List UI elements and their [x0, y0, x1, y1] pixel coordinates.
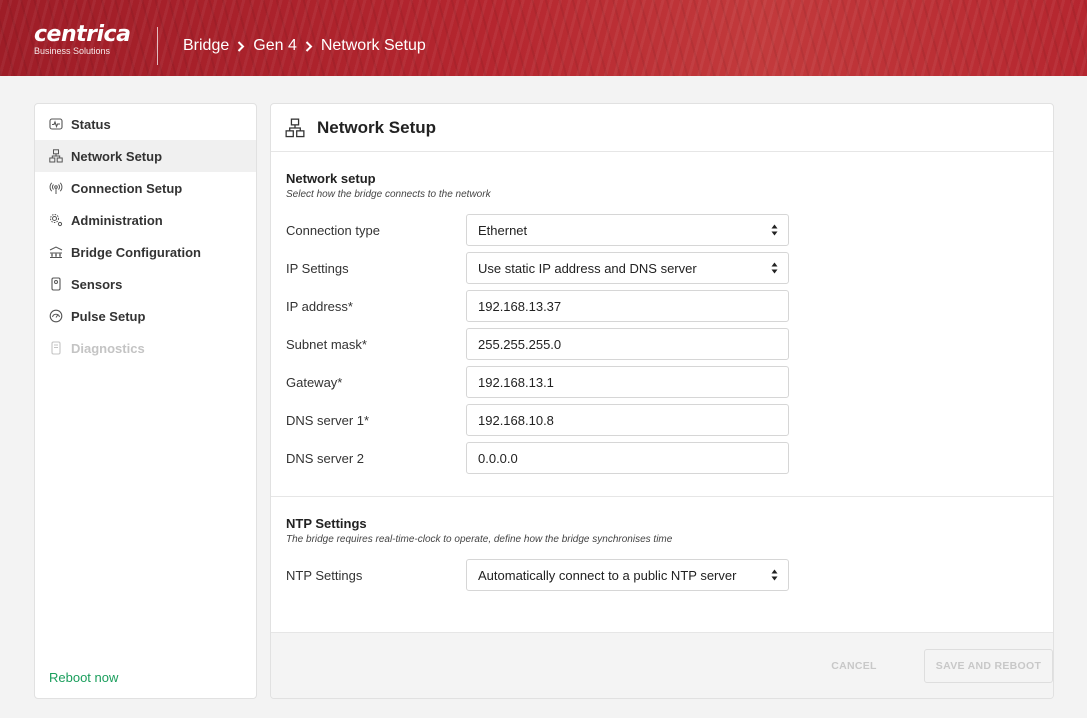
subnet-mask-input[interactable]: 255.255.255.0: [466, 328, 789, 360]
dns-server-2-input[interactable]: 0.0.0.0: [466, 442, 789, 474]
centrica-logo[interactable]: centrica Business Solutions: [34, 22, 131, 57]
cancel-button[interactable]: CANCEL: [809, 651, 899, 681]
ip-settings-select[interactable]: Use static IP address and DNS server: [466, 252, 789, 284]
connection-type-label: Connection type: [286, 222, 380, 238]
form-row-dns-server-2: DNS server 2 0.0.0.0: [286, 442, 1053, 474]
select-arrows-icon: [771, 262, 778, 274]
reboot-now-link[interactable]: Reboot now: [49, 670, 118, 685]
save-and-reboot-button[interactable]: SAVE AND REBOOT: [924, 649, 1053, 683]
dns-server-1-label: DNS server 1*: [286, 412, 370, 428]
logo-name: centrica: [34, 22, 131, 47]
sidebar-item-bridge-configuration[interactable]: Bridge Configuration: [35, 236, 256, 268]
sensor-icon: [49, 277, 63, 291]
ip-address-label: IP address*: [286, 298, 353, 314]
sidebar-nav: Status Network Setup Connection Setup Ad…: [35, 104, 256, 364]
bridge-icon: [49, 245, 63, 259]
subnet-mask-label: Subnet mask*: [286, 336, 367, 352]
breadcrumb-network-setup: Network Setup: [320, 37, 426, 54]
ntp-form: NTP Settings Automatically connect to a …: [286, 559, 1053, 591]
chevron-right-icon: [305, 40, 313, 52]
sidebar-item-sensors[interactable]: Sensors: [35, 268, 256, 300]
network-icon: [49, 149, 63, 163]
gateway-input[interactable]: 192.168.13.1: [466, 366, 789, 398]
input-value: 0.0.0.0: [478, 450, 518, 466]
input-value: 192.168.10.8: [478, 412, 554, 428]
input-value: 192.168.13.37: [478, 298, 562, 314]
app-header: centrica Business Solutions Bridge Gen 4…: [0, 0, 1087, 76]
form-row-connection-type: Connection type Ethernet: [286, 214, 1053, 246]
form-row-ip-address: IP address* 192.168.13.37: [286, 290, 1053, 322]
diagnostics-icon: [49, 341, 63, 355]
network-form: Connection type Ethernet IP Settings Use…: [286, 214, 1053, 474]
network-setup-section: Network setup Select how the bridge conn…: [271, 152, 1053, 474]
sidebar-item-label: Administration: [71, 212, 163, 228]
main-panel: Network Setup Network setup Select how t…: [270, 103, 1054, 699]
gears-icon: [49, 213, 63, 227]
ip-settings-label: IP Settings: [286, 260, 349, 276]
section-description: Select how the bridge connects to the ne…: [286, 189, 491, 200]
form-row-subnet-mask: Subnet mask* 255.255.255.0: [286, 328, 1053, 360]
sidebar-item-administration[interactable]: Administration: [35, 204, 256, 236]
sidebar-item-label: Diagnostics: [71, 340, 145, 356]
form-row-ip-settings: IP Settings Use static IP address and DN…: [286, 252, 1053, 284]
sidebar: Status Network Setup Connection Setup Ad…: [34, 103, 257, 699]
activity-icon: [49, 117, 63, 131]
dns-server-2-label: DNS server 2: [286, 450, 365, 466]
panel-footer: CANCEL SAVE AND REBOOT: [271, 632, 1053, 698]
logo-subtitle: Business Solutions: [34, 46, 111, 56]
antenna-icon: [49, 181, 63, 195]
sidebar-item-connection-setup[interactable]: Connection Setup: [35, 172, 256, 204]
section-description: The bridge requires real-time-clock to o…: [286, 534, 673, 545]
sidebar-item-label: Network Setup: [71, 148, 163, 164]
section-title: NTP Settings: [286, 516, 367, 531]
select-arrows-icon: [771, 224, 778, 236]
input-value: 192.168.13.1: [478, 374, 554, 390]
form-row-dns-server-1: DNS server 1* 192.168.10.8: [286, 404, 1053, 436]
sidebar-item-network-setup[interactable]: Network Setup: [35, 140, 256, 172]
gauge-icon: [49, 309, 63, 323]
ntp-settings-label: NTP Settings: [286, 567, 363, 583]
dns-server-1-input[interactable]: 192.168.10.8: [466, 404, 789, 436]
breadcrumb-gen4[interactable]: Gen 4: [253, 37, 297, 55]
section-title: Network setup: [286, 171, 376, 186]
input-value: 255.255.255.0: [478, 336, 562, 352]
sidebar-item-diagnostics: Diagnostics: [35, 332, 256, 364]
sidebar-item-pulse-setup[interactable]: Pulse Setup: [35, 300, 256, 332]
header-divider: [157, 27, 158, 65]
breadcrumb-bridge[interactable]: Bridge: [183, 37, 229, 55]
select-value: Ethernet: [478, 222, 528, 238]
ntp-settings-select[interactable]: Automatically connect to a public NTP se…: [466, 559, 789, 591]
page-title: Network Setup: [317, 117, 437, 137]
select-arrows-icon: [771, 569, 778, 581]
sidebar-item-label: Connection Setup: [71, 180, 183, 196]
sidebar-item-label: Sensors: [71, 276, 123, 292]
select-value: Automatically connect to a public NTP se…: [478, 567, 737, 583]
chevron-right-icon: [237, 40, 245, 52]
select-value: Use static IP address and DNS server: [478, 260, 697, 276]
sidebar-item-label: Status: [71, 116, 111, 132]
network-icon: [285, 118, 305, 138]
gateway-label: Gateway*: [286, 374, 343, 390]
connection-type-select[interactable]: Ethernet: [466, 214, 789, 246]
form-row-ntp-settings: NTP Settings Automatically connect to a …: [286, 559, 1053, 591]
sidebar-item-status[interactable]: Status: [35, 108, 256, 140]
ntp-settings-section: NTP Settings The bridge requires real-ti…: [271, 497, 1053, 591]
sidebar-item-label: Pulse Setup: [71, 308, 146, 324]
ip-address-input[interactable]: 192.168.13.37: [466, 290, 789, 322]
sidebar-item-label: Bridge Configuration: [71, 244, 201, 260]
breadcrumb: Bridge Gen 4 Network Setup: [183, 36, 426, 56]
form-row-gateway: Gateway* 192.168.13.1: [286, 366, 1053, 398]
panel-header: Network Setup: [271, 104, 1053, 152]
